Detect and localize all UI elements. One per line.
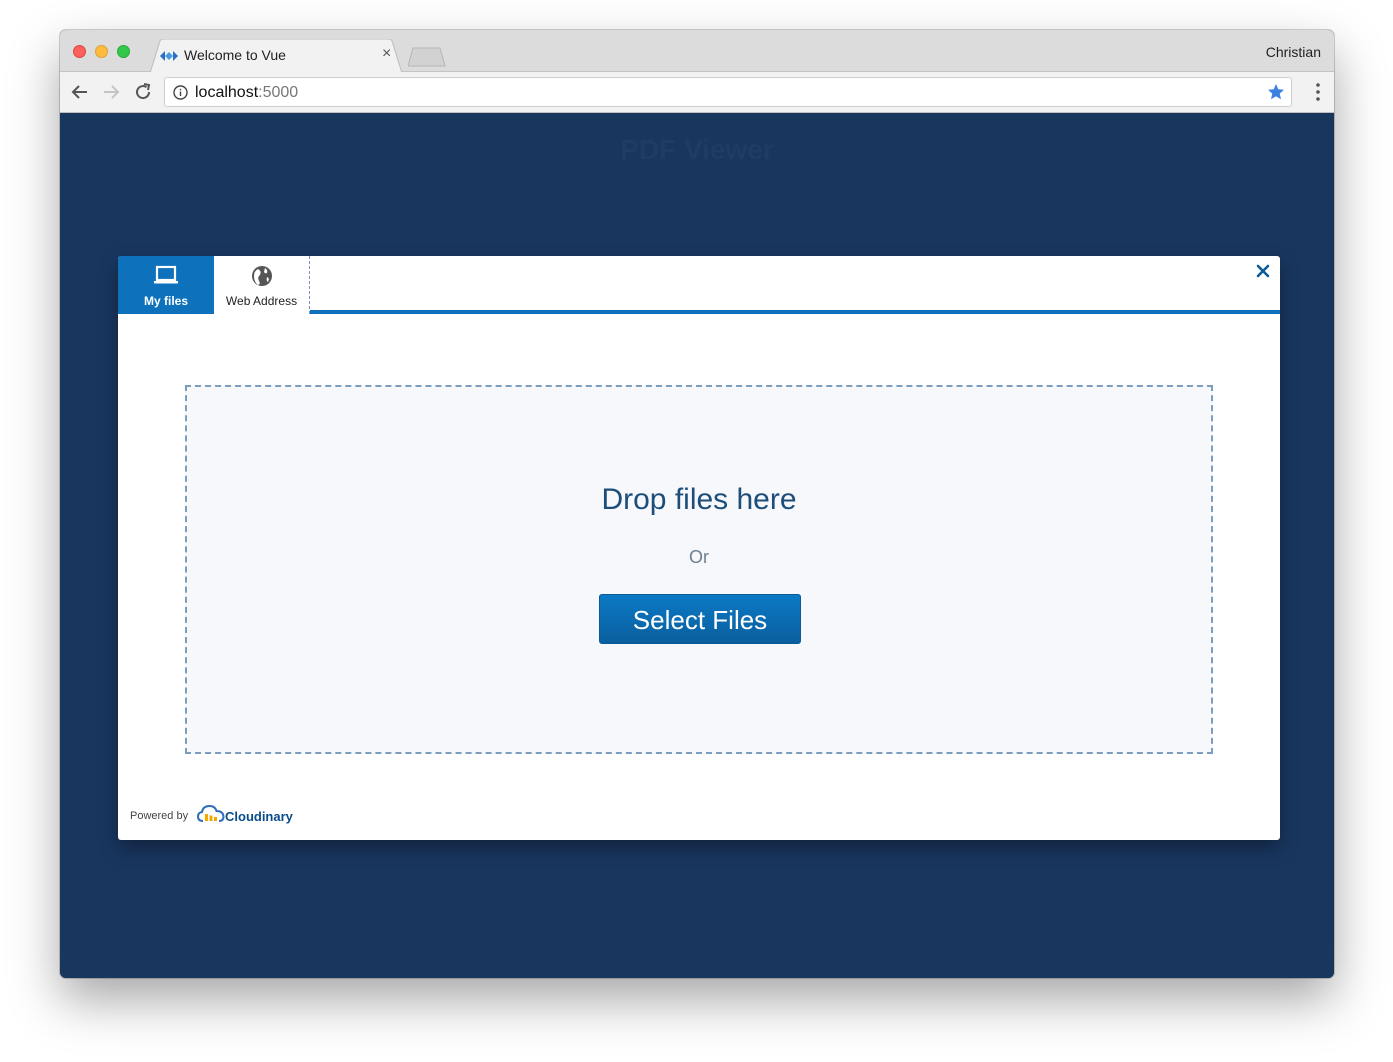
tab-web-address[interactable]: Web Address xyxy=(214,256,310,314)
cloudinary-logo-icon xyxy=(197,804,225,822)
browser-toolbar: localhost:5000 xyxy=(60,72,1334,113)
info-icon[interactable] xyxy=(173,85,188,100)
globe-icon xyxy=(252,266,272,286)
browser-tab-active[interactable]: Welcome to Vue × xyxy=(150,39,402,73)
upload-widget: My files Web Address Drop files here Or … xyxy=(118,256,1280,840)
widget-tab-bar: My files Web Address xyxy=(118,256,1280,314)
browser-window: Welcome to Vue × Christian localhost:500… xyxy=(60,30,1334,978)
drop-zone-title: Drop files here xyxy=(601,483,797,516)
forward-arrow-icon[interactable] xyxy=(101,82,121,102)
tab-web-address-label: Web Address xyxy=(225,294,298,308)
select-files-button[interactable]: Select Files xyxy=(599,594,801,644)
drop-zone[interactable]: Drop files here Or Select Files xyxy=(185,385,1213,754)
minimize-window-button[interactable] xyxy=(95,45,108,58)
tab-my-files-label: My files xyxy=(143,294,188,308)
url-host: localhost xyxy=(195,84,259,101)
maximize-window-button[interactable] xyxy=(117,45,130,58)
bookmark-star-icon[interactable] xyxy=(1267,83,1285,101)
cloudinary-brand[interactable]: Cloudinary xyxy=(225,809,293,824)
new-tab-button[interactable] xyxy=(408,47,446,67)
url-text[interactable]: localhost:5000 xyxy=(195,84,298,102)
reload-icon[interactable] xyxy=(133,82,153,102)
vue-favicon-icon xyxy=(160,51,178,61)
drop-zone-or: Or xyxy=(689,547,709,567)
close-icon[interactable] xyxy=(1256,264,1270,278)
kebab-menu-icon[interactable] xyxy=(1316,82,1320,102)
tab-strip: Welcome to Vue × Christian xyxy=(60,30,1334,73)
back-arrow-icon[interactable] xyxy=(70,82,90,102)
tab-title: Welcome to Vue xyxy=(184,47,286,63)
page-content: PDF Viewer My files Web Address Drop fil… xyxy=(60,113,1334,978)
tab-close-icon[interactable]: × xyxy=(382,45,391,63)
close-window-button[interactable] xyxy=(73,45,86,58)
address-bar[interactable]: localhost:5000 xyxy=(164,77,1292,107)
laptop-icon xyxy=(154,265,178,284)
url-port: :5000 xyxy=(258,84,299,101)
powered-by-label: Powered by xyxy=(130,810,189,822)
page-title: PDF Viewer xyxy=(620,134,774,165)
profile-name[interactable]: Christian xyxy=(1266,44,1321,60)
tab-my-files[interactable]: My files xyxy=(118,256,214,314)
